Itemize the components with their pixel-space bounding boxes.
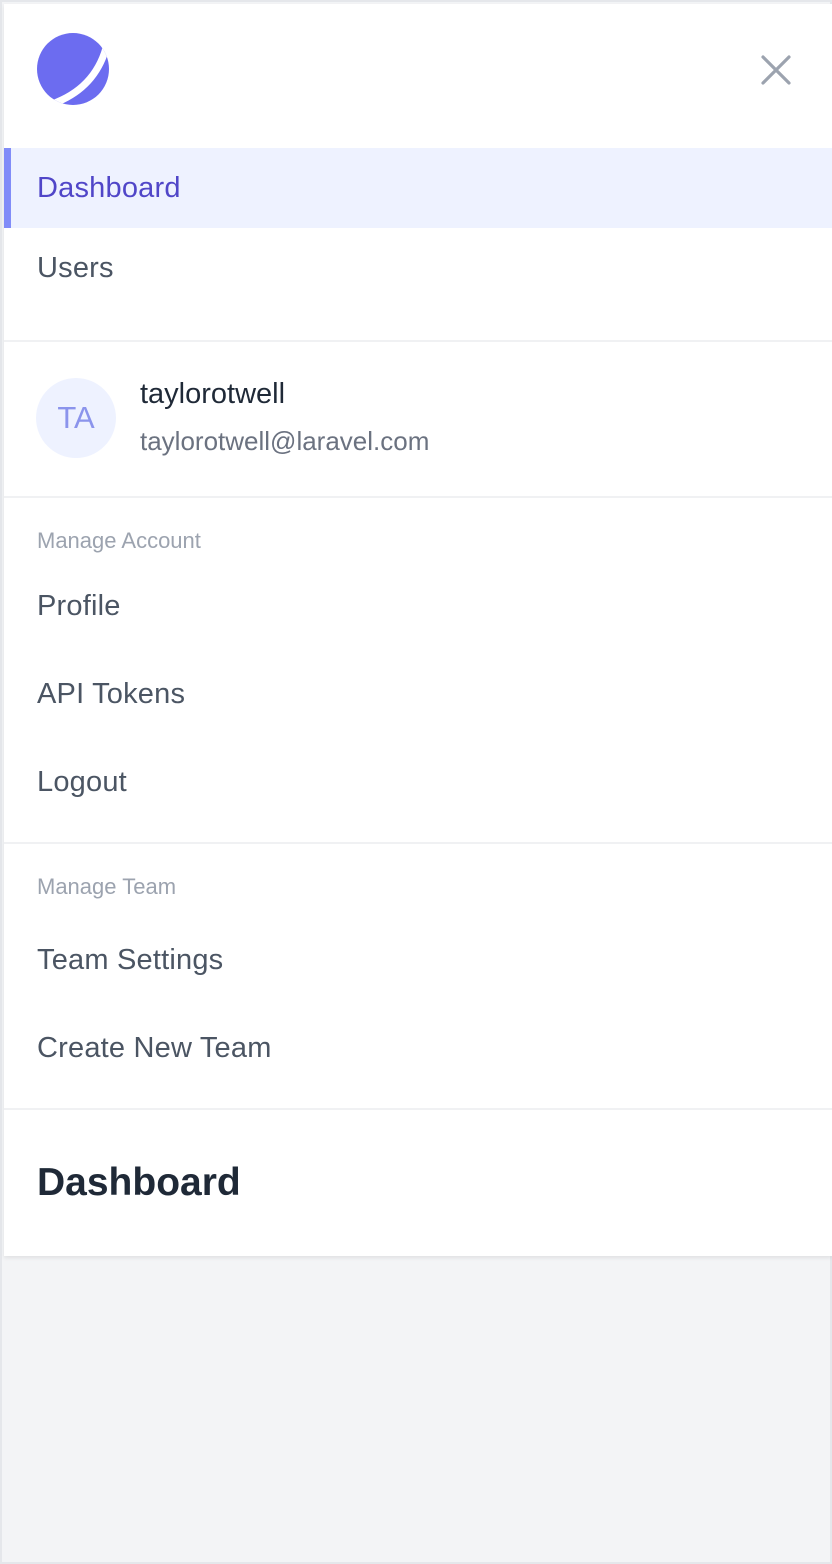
- section-header-manage-team: Manage Team: [37, 874, 177, 899]
- user-name: taylorotwell: [140, 378, 286, 410]
- primary-nav: Dashboard Users: [4, 148, 832, 340]
- mobile-nav-panel: Dashboard Users TA taylorotwell taylorot…: [4, 4, 832, 1256]
- manage-account-section: Manage Account Profile API Tokens Logout: [4, 498, 832, 842]
- user-email: taylorotwell@laravel.com: [140, 426, 430, 456]
- nav-item-create-new-team[interactable]: Create New Team: [4, 1012, 832, 1100]
- nav-item-logout[interactable]: Logout: [4, 746, 832, 834]
- nav-item-api-tokens[interactable]: API Tokens: [4, 658, 832, 746]
- close-button[interactable]: [752, 46, 800, 94]
- top-bar: [4, 4, 832, 148]
- user-info: TA taylorotwell taylorotwell@laravel.com: [4, 342, 832, 496]
- avatar: TA: [36, 378, 116, 458]
- nav-item-profile[interactable]: Profile: [4, 570, 832, 658]
- nav-item-team-settings[interactable]: Team Settings: [4, 924, 832, 1012]
- close-icon: [761, 55, 791, 85]
- nav-item-dashboard[interactable]: Dashboard: [4, 148, 832, 228]
- manage-team-section: Manage Team Team Settings Create New Tea…: [4, 844, 832, 1108]
- app-frame: Dashboard Users TA taylorotwell taylorot…: [0, 0, 832, 1564]
- nav-item-users[interactable]: Users: [4, 228, 832, 316]
- logo-icon[interactable]: [36, 32, 110, 106]
- page-title: Dashboard: [37, 1161, 241, 1204]
- section-header-manage-account: Manage Account: [37, 528, 201, 553]
